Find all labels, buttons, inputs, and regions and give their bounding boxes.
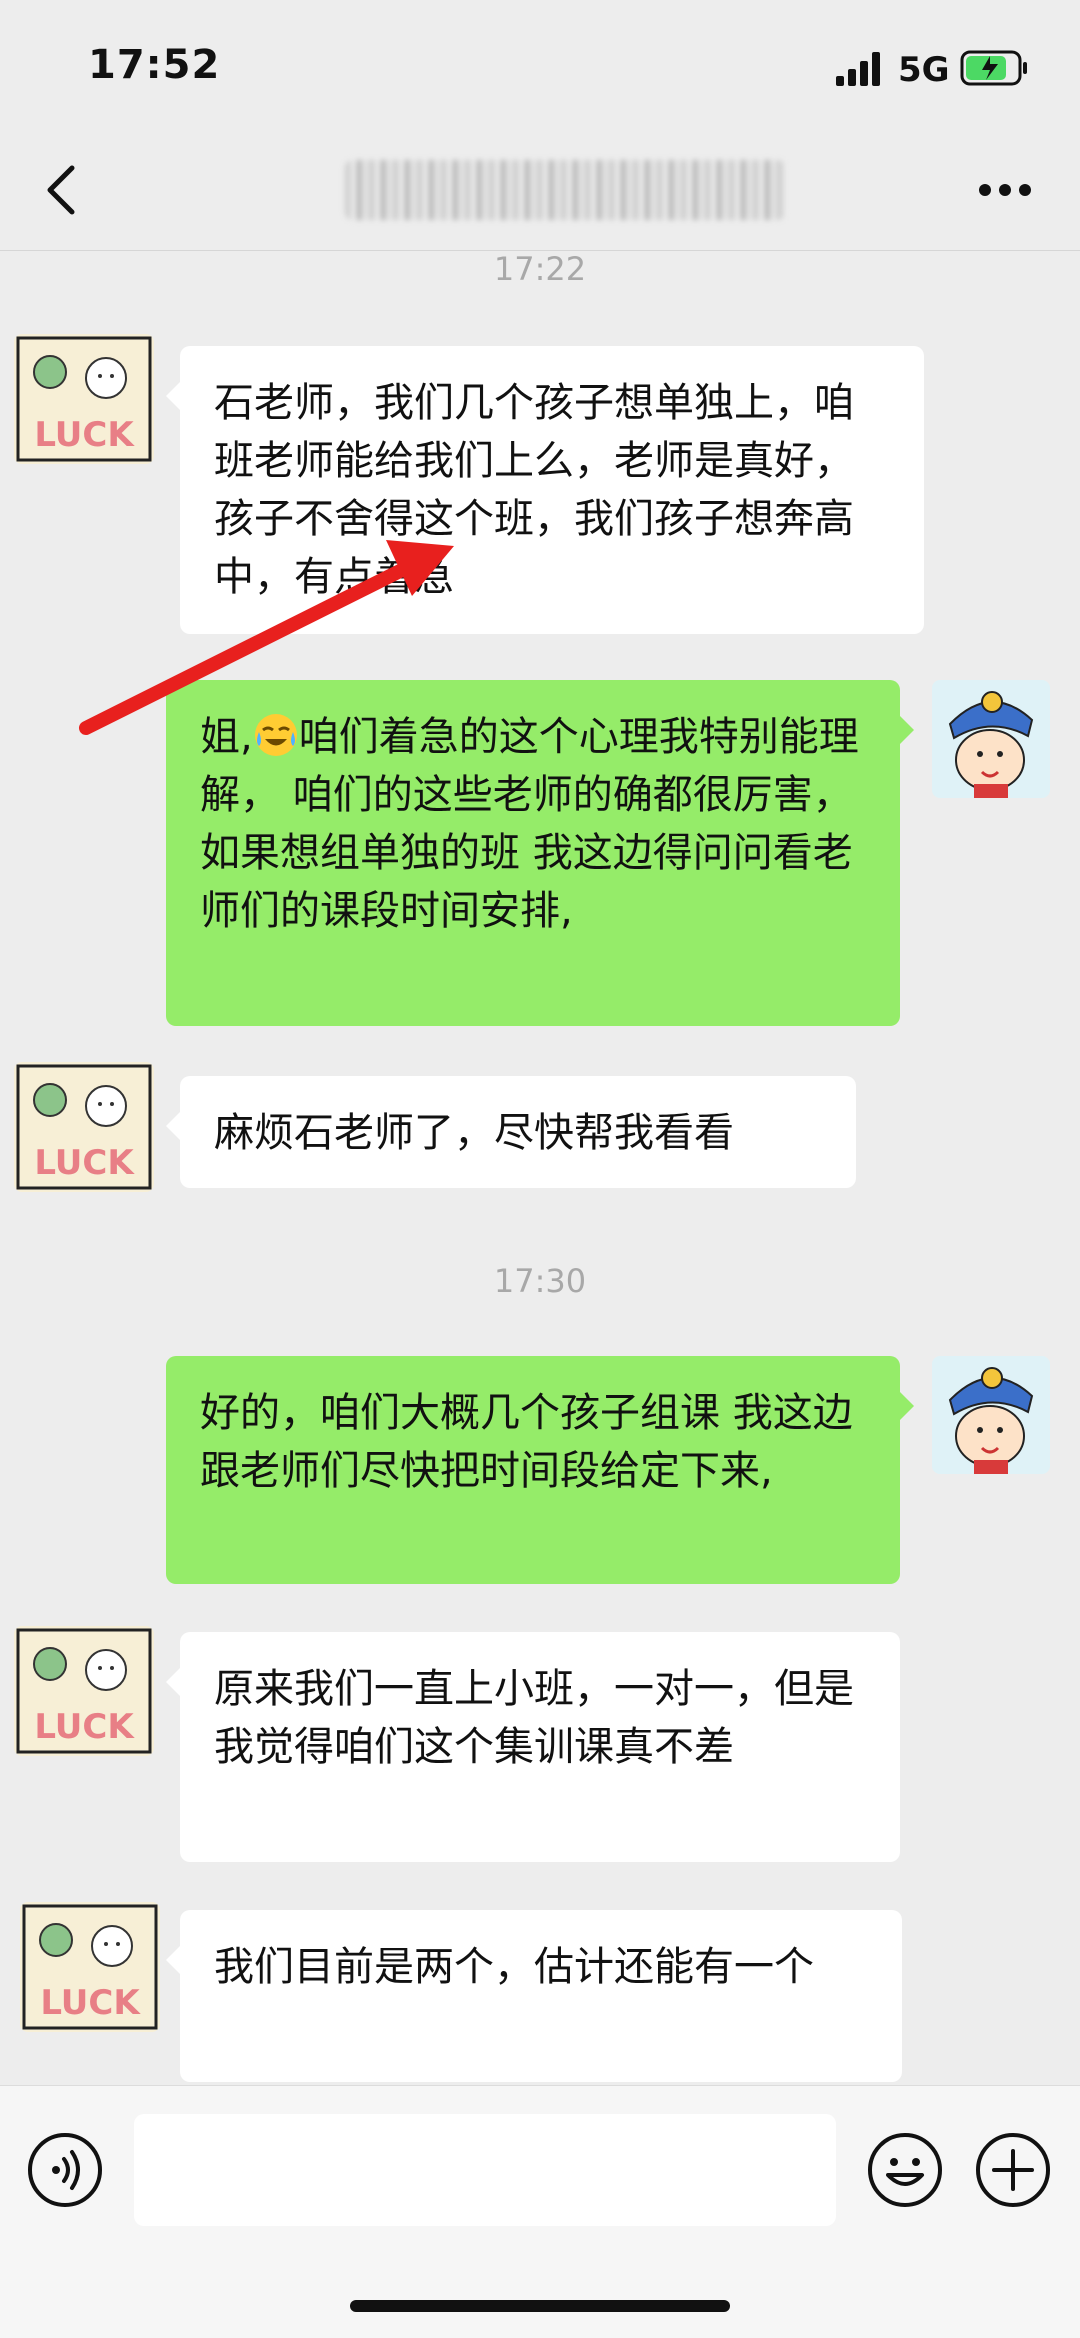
home-indicator[interactable] bbox=[350, 2300, 730, 2312]
battery-icon bbox=[960, 50, 1027, 86]
incoming-message-bubble[interactable]: 麻烦石老师了，尽快帮我看看 bbox=[166, 1076, 856, 1188]
signal-icon bbox=[836, 52, 880, 86]
message-timestamp: 17:22 bbox=[493, 250, 587, 288]
status-bar: 17:52 5G bbox=[0, 0, 1080, 130]
luck-sticker-avatar[interactable]: LUCK bbox=[14, 334, 154, 464]
svg-text:LUCK: LUCK bbox=[34, 415, 135, 455]
plus-circle-icon[interactable] bbox=[974, 2131, 1052, 2209]
chevron-left-icon[interactable] bbox=[38, 160, 86, 220]
smiley-icon[interactable] bbox=[866, 2131, 944, 2209]
message-timestamp: 17:30 bbox=[493, 1262, 587, 1300]
svg-text:LUCK: LUCK bbox=[40, 1983, 141, 2023]
chat-title-redacted[interactable] bbox=[345, 160, 785, 220]
luck-sticker-avatar[interactable]: LUCK bbox=[14, 1626, 154, 1756]
crying-laughing-emoji bbox=[254, 714, 297, 756]
svg-text:LUCK: LUCK bbox=[34, 1143, 135, 1183]
voice-icon[interactable] bbox=[26, 2131, 104, 2209]
status-time: 17:52 bbox=[88, 42, 221, 88]
incoming-message-bubble[interactable]: 石老师，我们几个孩子想单独上，咱班老师能给我们上么，老师是真好，孩子不舍得这个班… bbox=[166, 346, 924, 634]
message-input[interactable] bbox=[134, 2114, 836, 2226]
outgoing-message-bubble[interactable]: 好的，咱们大概几个孩子组课 我这边跟老师们尽快把时间段给定下来, bbox=[166, 1356, 914, 1584]
luck-sticker-avatar[interactable]: LUCK bbox=[14, 1062, 154, 1192]
more-dots-icon[interactable] bbox=[976, 170, 1034, 210]
incoming-message-bubble[interactable]: 我们目前是两个，估计还能有一个 bbox=[166, 1910, 902, 2082]
incoming-message-bubble[interactable]: 原来我们一直上小班，一对一，但是我觉得咱们这个集训课真不差 bbox=[166, 1632, 900, 1862]
cartoon-boy-avatar[interactable] bbox=[932, 680, 1050, 798]
svg-text:LUCK: LUCK bbox=[34, 1707, 135, 1747]
outgoing-message-bubble[interactable]: 姐, 咱们着急的这个心理我特别能理解， 咱们的这些老师的确都很厉害，如果想组单独的… bbox=[166, 680, 914, 1026]
cartoon-boy-avatar[interactable] bbox=[932, 1356, 1050, 1474]
message-prefix: 姐, bbox=[200, 714, 253, 760]
luck-sticker-avatar[interactable]: LUCK bbox=[20, 1902, 160, 2032]
message-text: 咱们着急的这个心理我特别能理解， 咱们的这些老师的确都很厉害，如果想组单独的班 … bbox=[200, 714, 859, 934]
network-label: 5G bbox=[898, 50, 950, 90]
chat-header bbox=[0, 130, 1080, 251]
